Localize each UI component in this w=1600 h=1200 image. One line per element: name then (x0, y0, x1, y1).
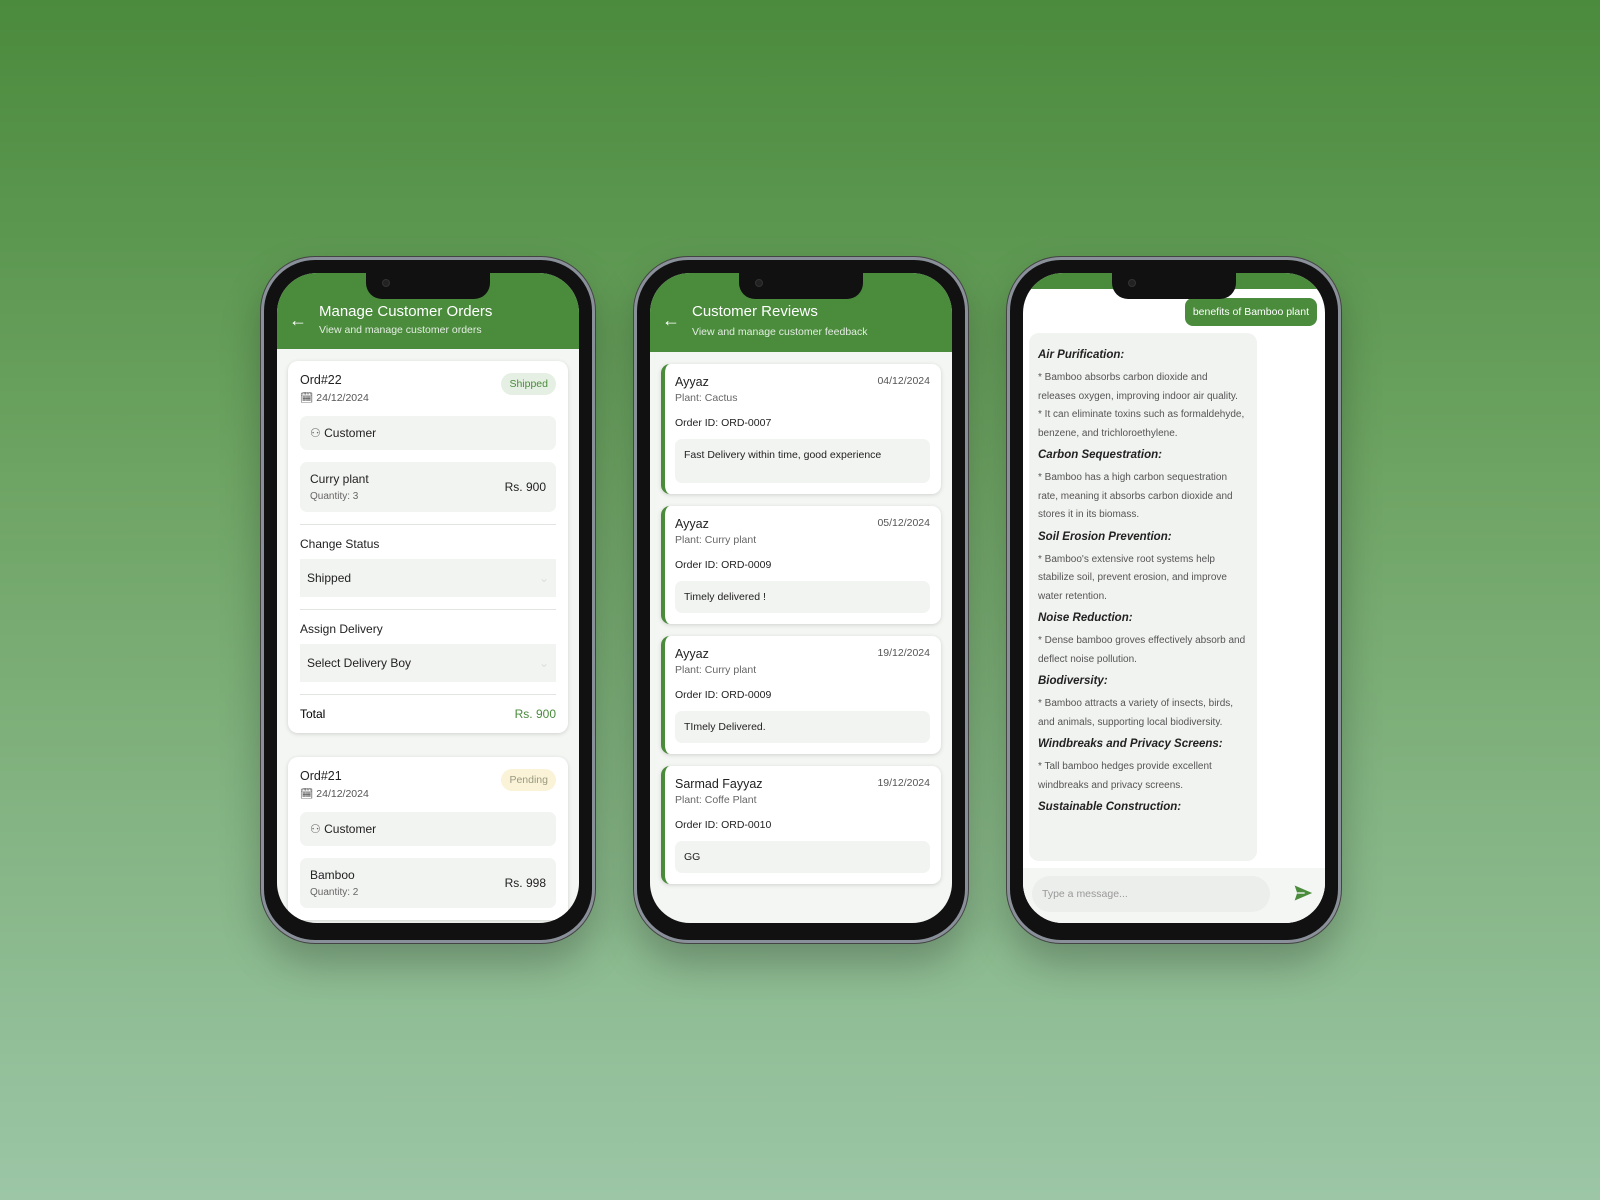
section-text: * Bamboo has a high carbon sequestration… (1038, 472, 1233, 520)
review-order-id: Order ID: ORD-0010 (675, 819, 772, 831)
item-price: Rs. 998 (504, 876, 546, 890)
review-card: Sarmad Fayyaz 19/12/2024 Plant: Coffe Pla… (661, 766, 941, 884)
review-card: Ayyaz 05/12/2024 Plant: Curry plant Order… (661, 506, 941, 624)
review-order-id: Order ID: ORD-0007 (675, 417, 772, 429)
item-price: Rs. 900 (504, 480, 546, 494)
assign-delivery-label: Assign Delivery (300, 622, 383, 636)
review-date: 19/12/2024 (877, 777, 930, 789)
phone-reviews: ← Customer Reviews View and manage custo… (634, 257, 968, 943)
review-comment: Timely delivered ! (675, 581, 930, 613)
review-plant: Plant: Curry plant (675, 664, 757, 676)
section-heading: Soil Erosion Prevention: (1038, 530, 1172, 543)
user-message: benefits of Bamboo plant (1184, 298, 1317, 326)
item-name: Bamboo (310, 868, 355, 882)
chevron-down-icon: ⌄ (538, 656, 549, 670)
reviewer-name: Ayyaz (675, 517, 709, 531)
section-text: * It can eliminate toxins such as formal… (1038, 409, 1245, 439)
review-order-id: Order ID: ORD-0009 (675, 559, 772, 571)
total-value: Rs. 900 (514, 707, 556, 721)
camera (755, 279, 763, 287)
change-status-label: Change Status (300, 537, 380, 551)
notch (739, 273, 863, 299)
review-date: 19/12/2024 (877, 647, 930, 659)
item-quantity: Quantity: 2 (310, 887, 359, 898)
customer-name: Customer (324, 426, 377, 440)
order-id: Ord#21 (300, 769, 342, 783)
phone-chat: benefits of Bamboo plant Air Purificatio… (1007, 257, 1341, 943)
review-comment: GG (675, 841, 930, 873)
back-arrow-icon[interactable]: ← (289, 311, 307, 349)
page-subtitle: View and manage customer orders (319, 324, 482, 336)
camera (382, 279, 390, 287)
camera (1128, 279, 1136, 287)
item-quantity: Quantity: 3 (310, 491, 359, 502)
status-value: Shipped (307, 571, 352, 585)
order-item: Bamboo Quantity: 2 Rs. 998 (300, 858, 556, 908)
chat-screen: benefits of Bamboo plant Air Purificatio… (1023, 273, 1325, 923)
order-date: 24/12/2024 (316, 788, 369, 800)
delivery-select[interactable]: Select Delivery Boy ⌄ (300, 644, 556, 682)
status-badge: Pending (501, 769, 556, 791)
bot-message: Air Purification: * Bamboo absorbs carbon… (1029, 333, 1257, 861)
review-comment: TImely Delivered. (675, 711, 930, 743)
calendar-icon: 🗓︎ (300, 392, 314, 404)
order-date: 24/12/2024 (316, 392, 369, 404)
message-bar (1023, 868, 1325, 923)
section-heading: Carbon Sequestration: (1038, 449, 1162, 461)
review-plant: Plant: Coffe Plant (675, 794, 757, 806)
review-date: 05/12/2024 (877, 517, 930, 529)
customer-box: ⚇ Customer (300, 812, 556, 846)
reviewer-name: Sarmad Fayyaz (675, 777, 763, 791)
notch (1112, 273, 1236, 299)
chevron-down-icon: ⌄ (538, 571, 549, 585)
user-icon: ⚇ (310, 822, 321, 836)
page-title: Manage Customer Orders (319, 303, 493, 320)
order-item: Curry plant Quantity: 3 Rs. 900 (300, 462, 556, 512)
reviewer-name: Ayyaz (675, 375, 709, 389)
send-icon[interactable] (1293, 883, 1313, 903)
section-heading: Sustainable Construction: (1038, 801, 1182, 813)
status-badge: Shipped (501, 373, 556, 395)
order-card: Ord#22 🗓︎ 24/12/2024 Shipped ⚇ Customer … (288, 361, 568, 733)
review-card: Ayyaz 04/12/2024 Plant: Cactus Order ID: … (661, 364, 941, 494)
status-select[interactable]: Shipped ⌄ (300, 559, 556, 597)
section-text: * Bamboo attracts a variety of insects, … (1038, 698, 1234, 728)
review-order-id: Order ID: ORD-0009 (675, 689, 772, 701)
item-name: Curry plant (310, 472, 369, 486)
review-card: Ayyaz 19/12/2024 Plant: Curry plant Order… (661, 636, 941, 754)
review-plant: Plant: Cactus (675, 392, 738, 404)
review-date: 04/12/2024 (877, 375, 930, 387)
section-heading: Biodiversity: (1038, 675, 1108, 687)
page-title: Customer Reviews (692, 303, 818, 320)
reviews-screen: ← Customer Reviews View and manage custo… (650, 273, 952, 923)
section-heading: Air Purification: (1038, 349, 1125, 361)
total-label: Total (300, 707, 326, 721)
order-card: Ord#21 🗓︎ 24/12/2024 Pending ⚇ Customer … (288, 757, 568, 920)
notch (366, 273, 490, 299)
section-text: * Bamboo absorbs carbon dioxide and rele… (1038, 372, 1238, 402)
section-heading: Windbreaks and Privacy Screens: (1038, 738, 1223, 750)
message-input[interactable] (1032, 876, 1270, 912)
back-arrow-icon[interactable]: ← (662, 311, 680, 352)
customer-name: Customer (324, 822, 377, 836)
review-comment: Fast Delivery within time, good experien… (675, 439, 930, 483)
review-plant: Plant: Curry plant (675, 534, 757, 546)
section-heading: Noise Reduction: (1038, 612, 1133, 624)
delivery-value: Select Delivery Boy (307, 656, 412, 670)
phone-orders: ← Manage Customer Orders View and manage… (261, 257, 595, 943)
user-icon: ⚇ (310, 426, 321, 440)
section-text: * Bamboo's extensive root systems help s… (1038, 553, 1227, 602)
order-id: Ord#22 (300, 373, 342, 387)
section-text: * Tall bamboo hedges provide excellent w… (1038, 761, 1212, 791)
orders-screen: ← Manage Customer Orders View and manage… (277, 273, 579, 923)
customer-box: ⚇ Customer (300, 416, 556, 450)
page-subtitle: View and manage customer feedback (692, 326, 868, 338)
calendar-icon: 🗓︎ (300, 788, 314, 800)
reviewer-name: Ayyaz (675, 647, 709, 661)
section-text: * Dense bamboo groves effectively absorb… (1038, 635, 1246, 665)
